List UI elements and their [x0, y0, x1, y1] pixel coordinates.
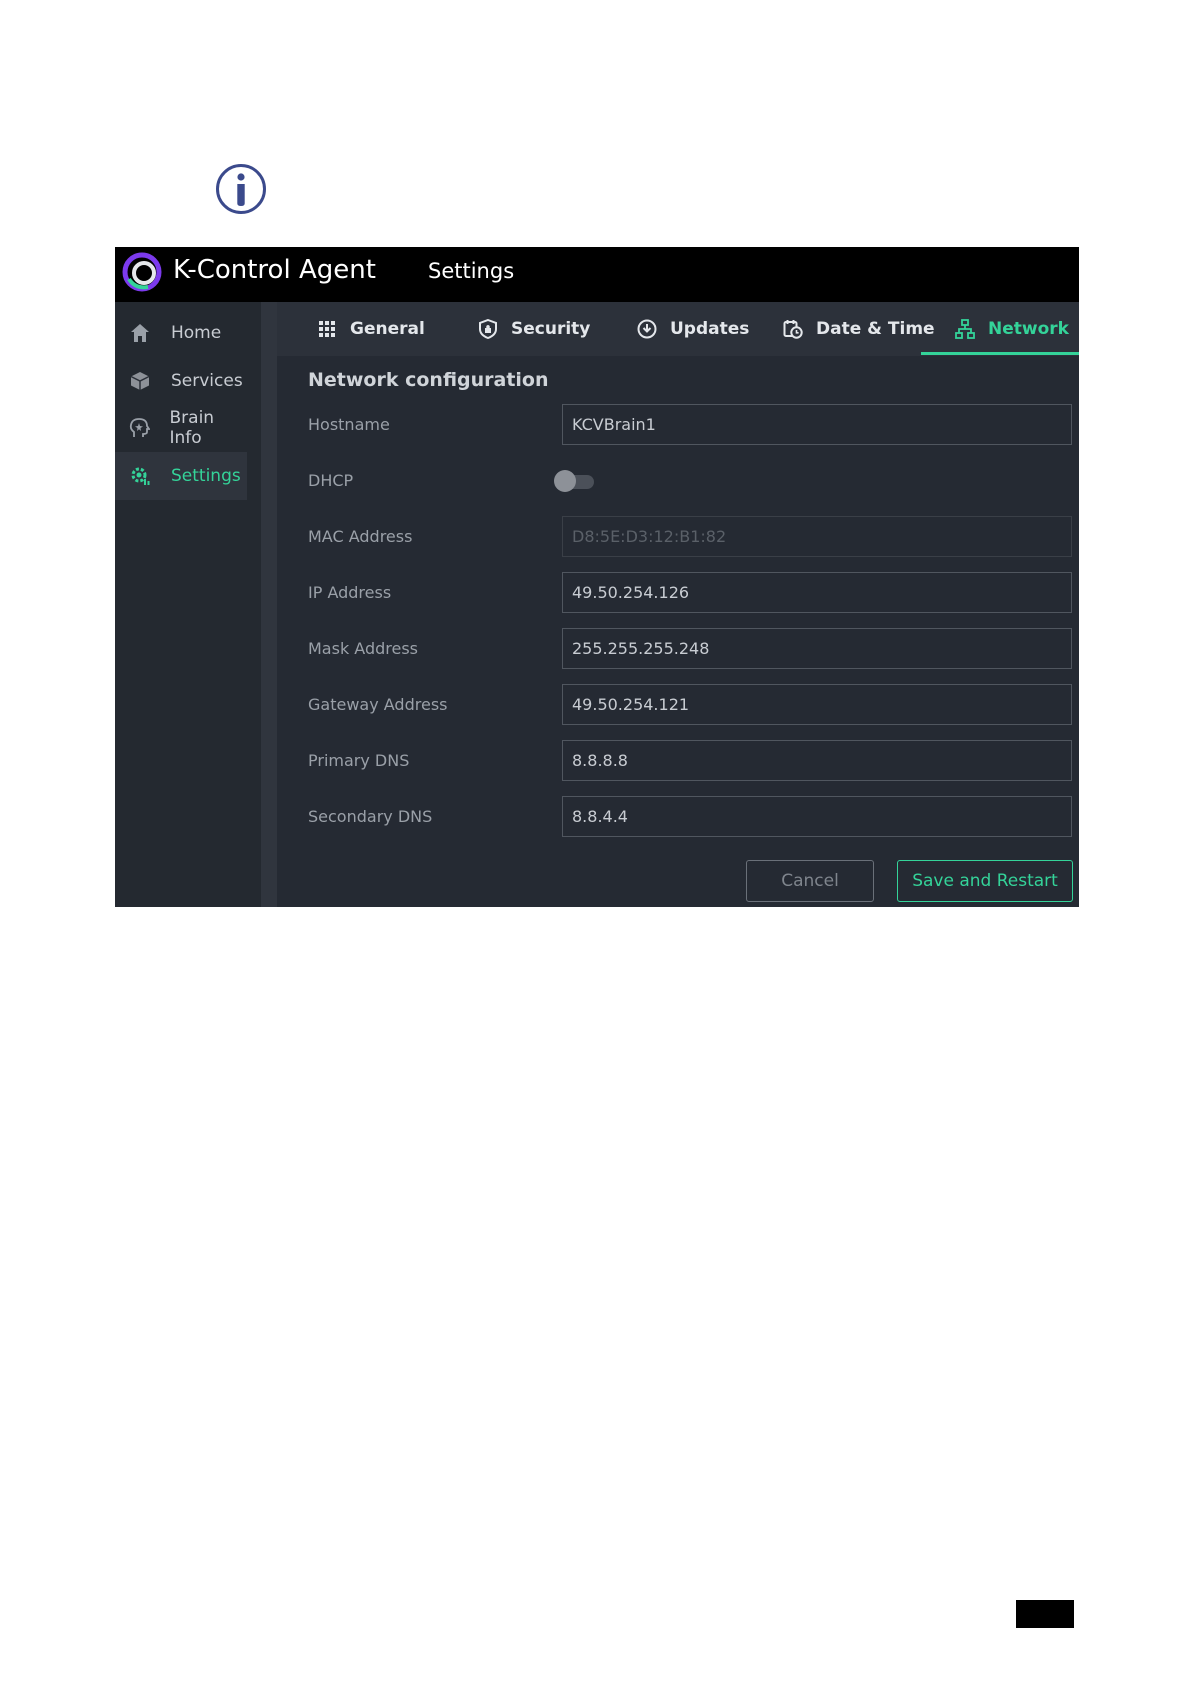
- ip-address-label: IP Address: [308, 583, 392, 602]
- sidebar-item-brain-info[interactable]: Brain Info: [115, 404, 247, 452]
- toggle-knob: [554, 470, 576, 492]
- shield-icon: [477, 318, 499, 340]
- tab-label: Date & Time: [816, 319, 935, 339]
- secondary-dns-label: Secondary DNS: [308, 807, 433, 826]
- page-title: Settings: [428, 259, 515, 283]
- network-icon: [954, 318, 976, 340]
- sidebar-item-label: Brain Info: [169, 408, 215, 448]
- app-title: K-Control Agent: [173, 255, 376, 285]
- mac-address-input: [562, 516, 1072, 557]
- tab-label: Security: [511, 319, 591, 339]
- mask-address-input[interactable]: [562, 628, 1072, 669]
- download-circle-icon: [636, 318, 658, 340]
- brain-info-icon: [127, 415, 152, 441]
- gateway-address-input[interactable]: [562, 684, 1072, 725]
- sidebar: Home Services Brain Info Settings: [115, 302, 261, 907]
- sidebar-item-label: Services: [171, 371, 243, 391]
- gateway-address-label: Gateway Address: [308, 695, 448, 714]
- mac-address-label: MAC Address: [308, 527, 413, 546]
- tab-network[interactable]: Network: [954, 302, 1069, 356]
- settings-tabs: General Security Updates Date & Time Net…: [277, 302, 1079, 356]
- hostname-input[interactable]: [562, 404, 1072, 445]
- tab-label: Network: [988, 319, 1069, 339]
- calendar-clock-icon: [782, 318, 804, 340]
- active-tab-indicator: [921, 352, 1079, 355]
- home-icon: [127, 320, 153, 346]
- grid-icon: [316, 318, 338, 340]
- tab-date-time[interactable]: Date & Time: [782, 302, 935, 356]
- settings-window: K-Control Agent Settings Home Services B…: [115, 247, 1079, 907]
- ip-address-input[interactable]: [562, 572, 1072, 613]
- tab-updates[interactable]: Updates: [636, 302, 749, 356]
- dhcp-label: DHCP: [308, 471, 354, 490]
- sidebar-item-settings[interactable]: Settings: [115, 452, 247, 500]
- primary-dns-label: Primary DNS: [308, 751, 410, 770]
- primary-dns-input[interactable]: [562, 740, 1072, 781]
- tab-label: General: [350, 319, 425, 339]
- info-icon: [216, 164, 266, 214]
- secondary-dns-input[interactable]: [562, 796, 1072, 837]
- page-number-badge: [1016, 1600, 1074, 1628]
- dhcp-toggle[interactable]: [554, 469, 596, 493]
- sidebar-item-home[interactable]: Home: [115, 309, 247, 357]
- hostname-label: Hostname: [308, 415, 390, 434]
- sidebar-item-label: Settings: [171, 466, 241, 486]
- cancel-button[interactable]: Cancel: [746, 860, 874, 902]
- mask-address-label: Mask Address: [308, 639, 419, 658]
- form-title: Network configuration: [308, 369, 549, 391]
- k-control-logo-icon: [122, 252, 162, 292]
- settings-gear-icon: [127, 463, 153, 489]
- sidebar-scrollbar[interactable]: [261, 302, 277, 907]
- save-and-restart-button[interactable]: Save and Restart: [897, 860, 1073, 902]
- box-icon: [127, 368, 153, 394]
- tab-general[interactable]: General: [316, 302, 425, 356]
- tab-label: Updates: [670, 319, 750, 339]
- tab-security[interactable]: Security: [477, 302, 590, 356]
- top-bar: K-Control Agent Settings: [115, 247, 1079, 302]
- sidebar-item-label: Home: [171, 323, 222, 343]
- sidebar-item-services[interactable]: Services: [115, 357, 247, 405]
